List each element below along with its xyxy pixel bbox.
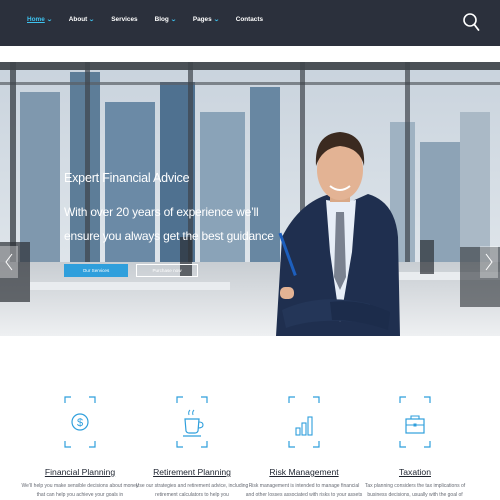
nav-item-about[interactable]: About ⌄ (69, 16, 95, 23)
hero-subtitle: With over 20 years of experience we’ll e… (64, 205, 274, 243)
service-description: Tax planning considers the tax implicati… (364, 483, 466, 498)
bar-chart-icon (288, 396, 320, 448)
nav-item-services[interactable]: Services (111, 16, 137, 23)
dollar-icon: $ (64, 396, 96, 448)
services-section: $ Financial Planning We’ll help you make… (0, 390, 500, 500)
nav-item-contacts[interactable]: Contacts (236, 16, 263, 23)
chevron-down-icon: ⌄ (46, 17, 53, 23)
service-title[interactable]: Risk Management (244, 467, 364, 477)
service-description: We’ll help you make sensible decisions a… (21, 483, 139, 498)
chevron-down-icon: ⌄ (88, 17, 96, 23)
service-title[interactable]: Retirement Planning (132, 467, 252, 477)
nav-label: Pages (192, 16, 212, 23)
service-title[interactable]: Financial Planning (20, 467, 140, 477)
slider-prev-button[interactable] (0, 246, 18, 278)
search-icon[interactable] (462, 12, 480, 34)
top-navigation-bar: Home ⌄ About ⌄ Services Blog ⌄ Pages ⌄ C… (0, 0, 500, 46)
nav-item-blog[interactable]: Blog ⌄ (154, 16, 177, 23)
chevron-down-icon: ⌄ (212, 17, 220, 23)
chevron-down-icon: ⌄ (170, 17, 177, 23)
our-services-button[interactable]: Our Services (64, 264, 128, 277)
purchase-now-button[interactable]: Purchase now (136, 264, 198, 277)
nav-label: Services (111, 16, 138, 23)
service-description: Use our strategies and retirement advice… (135, 483, 249, 498)
nav-label: Home (27, 16, 45, 23)
nav-item-home[interactable]: Home ⌄ (27, 16, 53, 23)
hero-title: Expert Financial Advice (64, 171, 190, 185)
slider-next-button[interactable] (480, 246, 498, 278)
nav-item-pages[interactable]: Pages ⌄ (192, 16, 220, 23)
briefcase-icon (399, 396, 431, 448)
svg-text:$: $ (77, 417, 83, 429)
main-nav: Home ⌄ About ⌄ Services Blog ⌄ Pages ⌄ C… (27, 16, 280, 23)
nav-label: About (68, 16, 88, 23)
coffee-cup-icon (176, 396, 208, 448)
hero-background-image (0, 62, 500, 336)
hero-slider (0, 62, 500, 336)
nav-label: Blog (154, 16, 169, 23)
service-title[interactable]: Taxation (355, 467, 475, 477)
chevron-left-icon (5, 253, 13, 271)
service-description: Risk management is intended to manage fi… (245, 483, 363, 498)
chevron-right-icon (485, 253, 493, 271)
nav-label: Contacts (235, 16, 264, 23)
